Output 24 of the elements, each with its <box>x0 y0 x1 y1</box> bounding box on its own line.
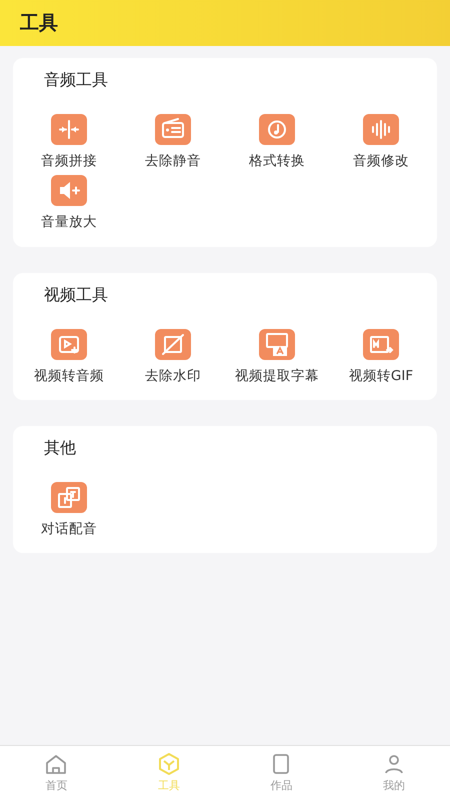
tool-button[interactable]: 格式转换 <box>225 114 329 172</box>
tool-button[interactable]: 音频拼接 <box>17 114 121 172</box>
tool-button[interactable]: 音频修改 <box>329 114 433 172</box>
dialogue-icon <box>51 482 87 513</box>
tool-button[interactable]: 音量放大 <box>17 175 121 232</box>
tool-button[interactable]: 去除水印 <box>121 328 225 386</box>
subtitle-icon <box>259 328 295 360</box>
crossed-square-icon <box>155 328 191 360</box>
page-title: 工具 <box>20 10 58 36</box>
section-title: 其他 <box>44 438 76 457</box>
video-icon <box>51 328 87 360</box>
music-note-icon <box>259 114 295 145</box>
tool-button[interactable]: 视频提取字幕 <box>225 328 329 386</box>
tool-button[interactable]: 对话配音 <box>17 482 121 539</box>
waveform-icon <box>363 114 399 145</box>
volume-up-icon <box>51 175 87 206</box>
file-convert-icon <box>363 328 399 360</box>
section-title: 视频工具 <box>44 284 108 304</box>
radio-icon <box>155 114 191 145</box>
tool-button[interactable]: 视频转音频 <box>17 328 121 386</box>
merge-icon <box>51 114 87 145</box>
tool-button[interactable]: 视频转GIF <box>329 328 433 386</box>
tool-button[interactable]: 去除静音 <box>121 114 225 172</box>
section-title: 音频工具 <box>44 70 108 89</box>
